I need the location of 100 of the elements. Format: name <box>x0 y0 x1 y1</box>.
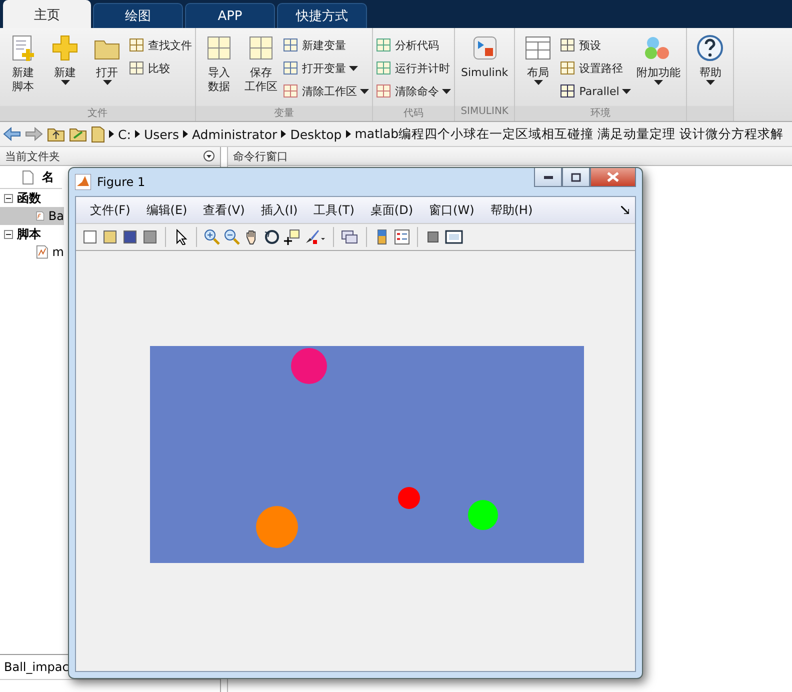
ribbon-button[interactable]: 打开 <box>87 33 127 106</box>
small-icon <box>376 37 392 53</box>
small-icon <box>376 60 392 76</box>
brush-icon[interactable] <box>304 229 326 245</box>
zoom-in-icon[interactable] <box>204 229 220 245</box>
small-icon <box>129 37 145 53</box>
breadcrumb-link[interactable]: matlab编程四个小球在一定区域相互碰撞 满足动量定理 设计微分方程求解 <box>354 126 784 142</box>
group-label: 变量 <box>196 106 372 121</box>
script-file-icon <box>36 244 48 260</box>
ribbon-small-button[interactable]: 预设 <box>560 35 632 55</box>
breadcrumb-link[interactable]: Desktop <box>290 126 342 142</box>
ribbon-small-button[interactable]: 设置路径 <box>560 58 632 78</box>
collapse-icon[interactable] <box>4 230 13 238</box>
breadcrumb-arrow-icon <box>134 130 140 138</box>
ribbon-button[interactable]: Simulink <box>458 33 512 106</box>
ribbon-icon <box>50 33 80 63</box>
breadcrumb-link[interactable]: Users <box>144 126 179 142</box>
ribbon-small-button[interactable]: 运行并计时 <box>376 58 451 78</box>
ribbon-button[interactable]: 新建 <box>45 33 85 106</box>
dock-arrow-icon[interactable] <box>621 206 629 214</box>
small-icon <box>283 60 299 76</box>
menu-item[interactable]: 帮助(H) <box>482 202 541 218</box>
column-label: 名 <box>42 168 54 186</box>
small-icon <box>560 37 576 53</box>
rotate-icon[interactable] <box>264 229 280 245</box>
ribbon-tab[interactable]: 主页 <box>3 0 91 28</box>
tree-group[interactable]: 函数 <box>0 189 64 207</box>
group-label: 环境 <box>515 106 686 121</box>
panel-title: 当前文件夹 <box>5 148 60 164</box>
ribbon-small-button[interactable]: 比较 <box>129 58 192 78</box>
breadcrumb-arrow-icon <box>109 130 114 138</box>
group-label: SIMULINK <box>455 106 514 121</box>
group-label: 文件 <box>0 106 195 121</box>
ribbon-small-button[interactable]: 打开变量 <box>283 58 369 78</box>
small-icon <box>283 83 299 99</box>
ribbon-small-button[interactable]: Parallel <box>560 81 632 101</box>
menu-item[interactable]: 插入(I) <box>252 202 306 218</box>
tree-item[interactable]: m <box>0 243 64 261</box>
minimize-button[interactable] <box>534 168 562 187</box>
back-arrow-icon[interactable] <box>3 127 21 141</box>
ribbon-small-button[interactable]: 清除命令 <box>376 81 451 101</box>
tree-group-label: 函数 <box>17 190 41 206</box>
ribbon-small-button[interactable]: 新建变量 <box>283 35 369 55</box>
close-button[interactable] <box>590 168 636 187</box>
hide-tools-icon[interactable] <box>425 229 441 245</box>
menu-item[interactable]: 窗口(W) <box>421 202 482 218</box>
ribbon-tab[interactable]: 绘图 <box>93 3 183 28</box>
ribbon-button[interactable]: 保存 工作区 <box>241 33 281 106</box>
new-file-icon[interactable] <box>82 229 98 245</box>
menu-item[interactable]: 查看(V) <box>195 202 253 218</box>
panel-title: 命令行窗口 <box>233 148 288 164</box>
ribbon-button[interactable]: 附加功能 <box>633 33 684 106</box>
small-icon <box>283 37 299 53</box>
menu-item[interactable]: 桌面(D) <box>362 202 422 218</box>
browse-folder-icon[interactable] <box>69 126 87 142</box>
ribbon-button[interactable]: 新建 脚本 <box>3 33 43 106</box>
data-cursor-icon[interactable] <box>284 229 300 245</box>
legend-icon[interactable] <box>394 229 410 245</box>
folder-icon <box>91 125 105 143</box>
ball <box>468 500 498 530</box>
column-header[interactable]: 名 <box>0 166 62 189</box>
tree-group-label: 脚本 <box>17 226 41 242</box>
menu-item[interactable]: 文件(F) <box>82 202 138 218</box>
ribbon-small-button[interactable]: 查找文件 <box>129 35 192 55</box>
breadcrumb-link[interactable]: Administrator <box>192 126 278 142</box>
dropdown-circle-icon[interactable] <box>203 150 215 162</box>
ribbon-tab[interactable]: APP <box>185 3 275 28</box>
maximize-icon <box>571 172 581 182</box>
file-icon <box>22 170 34 184</box>
ribbon-button[interactable]: 布局 <box>518 33 558 106</box>
up-folder-icon[interactable] <box>47 126 65 142</box>
small-icon <box>560 60 576 76</box>
minimize-icon <box>544 176 552 178</box>
breadcrumb-arrow-icon <box>346 130 351 138</box>
group-label: 代码 <box>373 106 454 121</box>
ball <box>291 348 327 384</box>
ribbon-button[interactable]: 帮助 <box>690 33 730 106</box>
ribbon-icon <box>695 33 726 63</box>
ribbon-tab[interactable]: 快捷方式 <box>277 3 367 28</box>
breadcrumb-arrow-icon <box>182 130 188 138</box>
small-icon <box>129 60 145 76</box>
show-tools-icon[interactable] <box>445 229 463 245</box>
zoom-out-icon[interactable] <box>224 229 240 245</box>
small-icon <box>560 83 576 99</box>
menu-item[interactable]: 工具(T) <box>306 202 362 218</box>
breadcrumb-link[interactable]: C: <box>118 126 131 142</box>
ball <box>398 487 420 509</box>
menu-item[interactable]: 编辑(E) <box>138 202 196 218</box>
ball <box>256 506 298 548</box>
breadcrumb-arrow-icon <box>281 130 286 138</box>
collapse-icon[interactable] <box>4 194 13 202</box>
ribbon-small-button[interactable]: 清除工作区 <box>283 81 369 101</box>
link-icon[interactable] <box>341 229 359 245</box>
tree-group[interactable]: 脚本 <box>0 225 64 243</box>
window-title: Figure 1 <box>97 175 146 189</box>
close-icon <box>607 172 619 182</box>
tree-item[interactable]: Ba <box>0 207 64 225</box>
ribbon-button[interactable]: 导入 数据 <box>199 33 239 106</box>
maximize-button[interactable] <box>562 168 590 187</box>
ribbon-small-button[interactable]: 分析代码 <box>376 35 451 55</box>
